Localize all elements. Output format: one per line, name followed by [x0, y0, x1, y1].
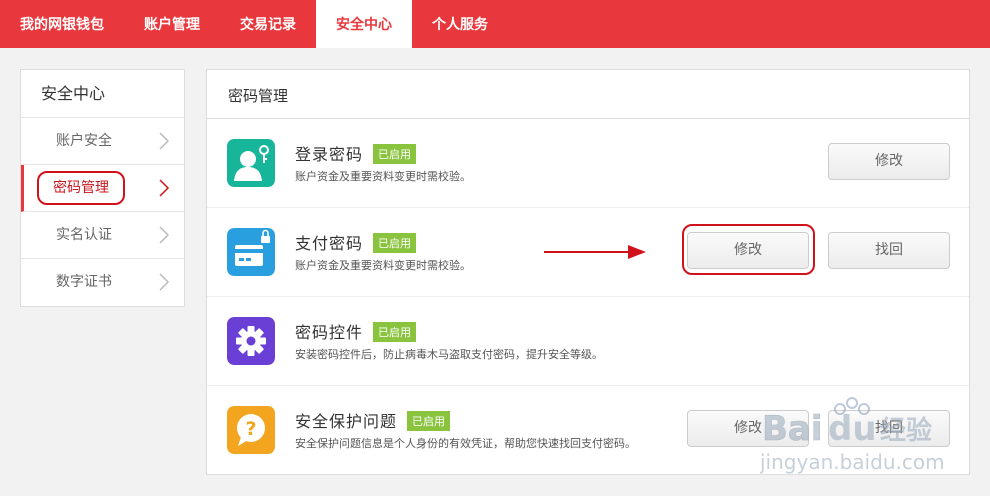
sidebar-item-label: 密码管理 — [37, 171, 125, 205]
sidebar-item-real-name[interactable]: 实名认证 — [21, 212, 184, 259]
user-key-icon — [227, 139, 275, 187]
gear-icon — [227, 317, 275, 365]
sidebar: 安全中心 账户安全 密码管理 实名认证 数字证书 — [20, 69, 185, 307]
top-nav: 我的网银钱包 账户管理 交易记录 安全中心 个人服务 — [0, 0, 990, 48]
recover-payment-password-button[interactable]: 找回 — [828, 232, 950, 269]
question-bubble-icon: ? — [227, 406, 275, 454]
enabled-badge: 已启用 — [373, 322, 417, 342]
sidebar-item-digital-cert[interactable]: 数字证书 — [21, 259, 184, 306]
chevron-right-icon — [159, 273, 170, 291]
sidebar-title: 安全中心 — [21, 70, 184, 118]
sidebar-item-label: 账户安全 — [56, 133, 112, 149]
row-name: 密码控件 已启用 — [295, 319, 417, 343]
row-name: 登录密码 已启用 — [295, 141, 417, 165]
sidebar-item-label: 实名认证 — [56, 227, 112, 243]
sidebar-item-label: 数字证书 — [56, 274, 112, 290]
enabled-badge: 已启用 — [373, 233, 417, 253]
tab-personal-service[interactable]: 个人服务 — [412, 0, 508, 48]
sidebar-item-password-management[interactable]: 密码管理 — [21, 165, 184, 212]
chevron-right-icon — [159, 179, 170, 197]
svg-text:?: ? — [245, 418, 256, 440]
row-description: 账户资金及重要资料变更时需校验。 — [295, 170, 471, 183]
row-description: 账户资金及重要资料变更时需校验。 — [295, 259, 471, 272]
row-name: 支付密码 已启用 — [295, 230, 417, 254]
arrow-right-icon — [544, 245, 646, 259]
recover-security-question-button[interactable]: 找回 — [828, 410, 950, 447]
modify-security-question-button[interactable]: 修改 — [687, 410, 809, 447]
highlight-ring — [682, 224, 815, 275]
security-question-row: ? 安全保护问题 已启用 安全保护问题信息是个人身份的有效凭证，帮助您快速找回支付… — [207, 386, 969, 475]
modify-login-password-button[interactable]: 修改 — [828, 143, 950, 180]
sidebar-item-account-security[interactable]: 账户安全 — [21, 118, 184, 165]
row-name: 安全保护问题 已启用 — [295, 408, 451, 432]
chevron-right-icon — [159, 226, 170, 244]
enabled-badge: 已启用 — [407, 411, 451, 431]
row-description: 安全保护问题信息是个人身份的有效凭证，帮助您快速找回支付密码。 — [295, 437, 636, 450]
panel-title: 密码管理 — [207, 70, 969, 119]
login-password-row: 登录密码 已启用 账户资金及重要资料变更时需校验。 修改 — [207, 119, 969, 208]
enabled-badge: 已启用 — [373, 144, 417, 164]
tab-security-center[interactable]: 安全中心 — [316, 0, 412, 48]
password-panel: 密码管理 登录密码 已启用 账户资金及重要资料变更时需校验。 修改 支付密码 已启用… — [206, 69, 970, 475]
row-description: 安装密码控件后，防止病毒木马盗取支付密码，提升安全等级。 — [295, 348, 603, 361]
card-lock-icon — [227, 228, 275, 276]
chevron-right-icon — [159, 132, 170, 150]
tab-transactions[interactable]: 交易记录 — [220, 0, 316, 48]
tab-account[interactable]: 账户管理 — [124, 0, 220, 48]
tab-wallet[interactable]: 我的网银钱包 — [0, 0, 124, 48]
password-control-row: 密码控件 已启用 安装密码控件后，防止病毒木马盗取支付密码，提升安全等级。 — [207, 297, 969, 386]
